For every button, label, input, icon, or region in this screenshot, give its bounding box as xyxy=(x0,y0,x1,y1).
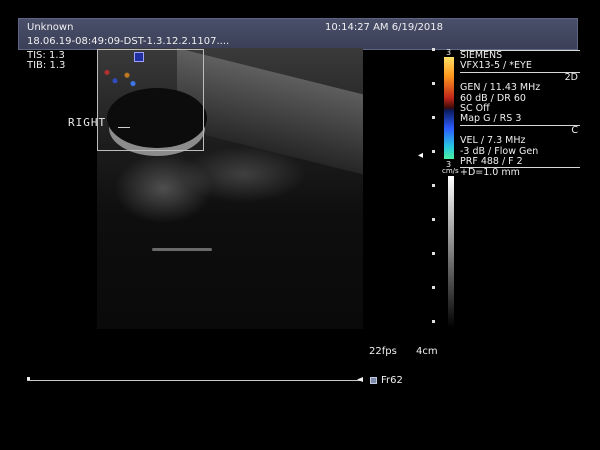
orbital-echo-line xyxy=(152,248,212,251)
frame-rate: 22fps xyxy=(369,346,397,357)
header-bar: Unknown 10:14:27 AM 6/19/2018 18.06.19-0… xyxy=(18,18,578,50)
cine-start-marker[interactable] xyxy=(27,377,30,380)
grayscale-bar xyxy=(448,176,454,328)
depth-tick xyxy=(432,82,435,85)
distance-measurement: +D=1.0 mm xyxy=(460,167,580,178)
depth-tick xyxy=(432,116,435,119)
cine-play-icon[interactable] xyxy=(370,377,377,384)
velocity-frequency: VEL / 7.3 MHz xyxy=(460,135,526,147)
study-id: 18.06.19-08:49:09-DST-1.3.12.2.1107.... xyxy=(27,36,230,47)
color-roi-box[interactable] xyxy=(97,49,204,151)
cine-scrollbar[interactable] xyxy=(27,380,363,381)
cine-end-marker[interactable] xyxy=(357,377,363,382)
tib-value: TIB: 1.3 xyxy=(27,60,66,71)
frame-number: Fr62 xyxy=(381,375,403,386)
depth-tick xyxy=(432,286,435,289)
depth-value: 4cm xyxy=(416,346,438,357)
depth-tick xyxy=(432,218,435,221)
color-flow-speckle xyxy=(99,64,139,92)
map-setting: Map G / RS 3 xyxy=(460,113,522,125)
color-scale-top: 3 xyxy=(446,48,452,57)
depth-tick xyxy=(432,252,435,255)
exam-datetime: 10:14:27 AM 6/19/2018 xyxy=(325,22,444,33)
depth-tick xyxy=(432,184,435,187)
depth-tick xyxy=(432,48,435,51)
color-scale-unit: cm/s xyxy=(442,167,459,175)
focus-marker-icon[interactable]: ◂ xyxy=(418,150,423,161)
roi-handle-icon[interactable] xyxy=(134,52,144,62)
info-panel: SIEMENS VFX13-5 / *EYE 2D GEN / 11.43 MH… xyxy=(460,50,580,179)
probe-preset: VFX13-5 / *EYE xyxy=(460,60,532,72)
side-label: RIGHT xyxy=(68,116,107,129)
patient-name: Unknown xyxy=(27,22,74,33)
gen-frequency: GEN / 11.43 MHz xyxy=(460,82,541,94)
color-velocity-bar xyxy=(444,57,454,159)
depth-scale xyxy=(432,48,435,330)
depth-tick xyxy=(432,320,435,323)
prf-setting: PRF 488 / F 2 xyxy=(460,155,523,167)
side-label-pointer xyxy=(118,127,130,128)
depth-tick xyxy=(432,150,435,153)
